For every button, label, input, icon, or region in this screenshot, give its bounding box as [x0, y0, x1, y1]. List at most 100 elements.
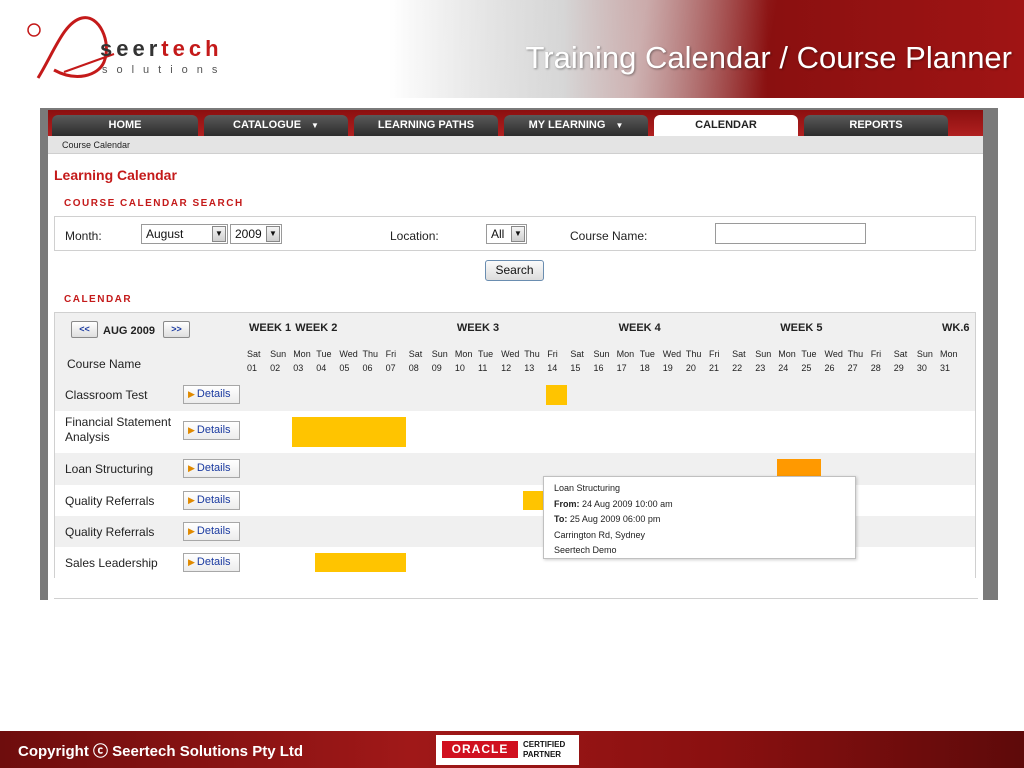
day-number: 22	[732, 363, 743, 373]
logo-subtitle: solutions	[102, 64, 227, 76]
tooltip-to-value: 25 Aug 2009 06:00 pm	[569, 514, 661, 524]
day-header: Mon 10	[455, 347, 473, 376]
day-header: Tue 18	[640, 347, 655, 376]
day-header: Fri 07	[386, 347, 397, 376]
search-button[interactable]: Search	[485, 260, 544, 281]
course-session-bar[interactable]	[523, 491, 545, 510]
day-of-week: Tue	[478, 349, 494, 359]
details-button[interactable]: ▶ Details	[183, 491, 240, 510]
table-row: Classroom Test ▶ Details	[55, 379, 975, 411]
tooltip-from-label: From:	[554, 498, 580, 509]
location-select[interactable]: All ▼	[486, 224, 527, 244]
course-name-input[interactable]	[715, 223, 866, 244]
main-nav: HOME CATALOGUE ▼ LEARNING PATHS MY LEARNI…	[48, 110, 983, 136]
day-of-week: Sun	[431, 349, 448, 359]
day-header: Wed 05	[339, 347, 357, 376]
details-button-label: Details	[196, 424, 231, 436]
tooltip-from-value: 24 Aug 2009 10:00 am	[582, 498, 673, 509]
day-number: 31	[940, 363, 951, 373]
details-button[interactable]: ▶ Details	[183, 385, 240, 404]
tooltip-title: Loan Structuring	[554, 483, 621, 493]
next-month-button[interactable]: >>	[163, 321, 190, 338]
course-name: Financial Statement Analysis	[65, 415, 172, 444]
month-select[interactable]: August ▼	[141, 224, 228, 244]
logo-word-tech: tech	[161, 36, 223, 61]
day-number: 04	[316, 363, 327, 373]
table-row: Financial Statement Analysis ▶ Details	[55, 411, 975, 453]
year-select[interactable]: 2009 ▼	[230, 224, 282, 244]
course-session-bar[interactable]	[546, 385, 568, 405]
course-name: Loan Structuring	[65, 462, 154, 476]
day-header: Tue 04	[316, 347, 331, 376]
course-name-column-header: Course Name	[67, 357, 142, 371]
oracle-partner-badge: ORACLE CERTIFIED PARTNER	[436, 735, 579, 765]
day-of-week: Wed	[339, 349, 358, 359]
day-number: 19	[662, 363, 673, 373]
day-header: Fri 14	[547, 347, 558, 376]
day-of-week: Wed	[501, 349, 520, 359]
day-of-week: Fri	[709, 349, 720, 359]
course-name: Sales Leadership	[65, 556, 158, 570]
day-header: Sat 08	[409, 347, 423, 376]
details-button[interactable]: ▶ Details	[183, 522, 240, 541]
day-of-week: Wed	[824, 349, 843, 359]
day-of-week: Sat	[408, 349, 423, 359]
slide-title: Training Calendar / Course Planner	[525, 40, 1013, 75]
tab-catalogue[interactable]: CATALOGUE ▼	[204, 115, 348, 136]
day-header: Tue 25	[801, 347, 816, 376]
day-number: 13	[524, 363, 535, 373]
play-triangle-icon: ▶	[188, 463, 195, 473]
day-header: Fri 28	[871, 347, 882, 376]
day-number: 10	[454, 363, 465, 373]
page-title: Learning Calendar	[54, 167, 177, 183]
details-button[interactable]: ▶ Details	[183, 553, 240, 572]
day-number: 03	[293, 363, 304, 373]
day-of-week: Sat	[893, 349, 908, 359]
day-number: 20	[685, 363, 696, 373]
details-button[interactable]: ▶ Details	[183, 459, 240, 478]
tab-learning-paths[interactable]: LEARNING PATHS	[354, 115, 498, 136]
day-number: 14	[547, 363, 558, 373]
tab-reports[interactable]: REPORTS	[804, 115, 948, 136]
day-header: Sat 22	[732, 347, 746, 376]
tooltip-to: To: 25 Aug 2009 06:00 pm	[554, 512, 845, 528]
course-name: Classroom Test	[65, 388, 148, 402]
course-name-label: Course Name:	[570, 229, 648, 243]
day-of-week: Fri	[385, 349, 397, 359]
details-button[interactable]: ▶ Details	[183, 421, 240, 440]
course-session-bar[interactable]	[292, 417, 406, 447]
tab-my-learning[interactable]: MY LEARNING ▼	[504, 115, 648, 136]
tab-calendar[interactable]: CALENDAR	[654, 115, 798, 136]
day-number: 30	[916, 363, 927, 373]
day-header: Sat 29	[894, 347, 908, 376]
tooltip-to-label: To:	[554, 514, 568, 524]
day-of-week: Wed	[662, 349, 682, 359]
play-triangle-icon: ▶	[188, 526, 195, 536]
day-number: 16	[593, 363, 604, 373]
prev-month-button[interactable]: <<	[71, 321, 98, 338]
day-number: 11	[478, 363, 488, 373]
oracle-certified: CERTIFIED	[523, 740, 566, 749]
day-number: 08	[408, 363, 419, 373]
week-label: WEEK 1	[249, 322, 292, 334]
day-number: 07	[385, 363, 396, 373]
day-of-week: Sun	[755, 349, 772, 359]
course-session-bar[interactable]	[315, 553, 406, 572]
chevron-down-icon: ▼	[511, 226, 525, 242]
day-number: 05	[339, 363, 350, 373]
breadcrumb: Course Calendar	[48, 136, 983, 154]
day-header: Sun 30	[917, 347, 933, 376]
day-of-week: Tue	[639, 349, 655, 359]
day-of-week: Fri	[547, 349, 558, 359]
day-of-week: Sat	[732, 349, 746, 359]
tab-learning-paths-label: LEARNING PATHS	[377, 119, 475, 131]
logo-word: seertech	[100, 36, 223, 62]
day-number: 24	[778, 363, 789, 373]
course-name: Quality Referrals	[65, 525, 155, 539]
tab-catalogue-label: CATALOGUE	[233, 119, 302, 131]
play-triangle-icon: ▶	[188, 495, 195, 505]
day-of-week: Sun	[270, 349, 287, 359]
tab-home[interactable]: HOME	[52, 115, 198, 136]
day-of-week: Thu	[847, 349, 864, 359]
day-of-week: Tue	[316, 349, 332, 359]
